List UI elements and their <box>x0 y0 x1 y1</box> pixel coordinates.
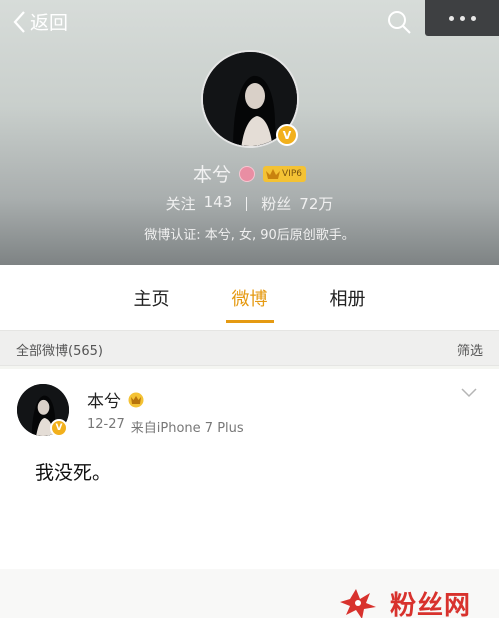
filter-button[interactable]: 筛选 <box>457 340 483 359</box>
followers-count: 72万 <box>299 195 334 213</box>
more-icon <box>448 15 454 21</box>
top-bar: 返回 <box>0 0 499 44</box>
profile-name: 本兮 <box>193 164 232 186</box>
tab-home[interactable]: 主页 <box>103 265 201 330</box>
feed-count: 全部微博(565) <box>16 344 103 359</box>
post-author-row: 本兮 <box>87 387 145 412</box>
vip-badge[interactable]: VIP6 <box>263 165 306 182</box>
star-logo <box>340 589 376 618</box>
post-card[interactable]: V 本兮 12-27 来自iPhone 7 Plus 我没死。 <box>0 369 499 569</box>
profile-page: 返回 V 本兮 VIP6 关注 143 粉丝 72万 微博认证: 本兮, 女, … <box>0 0 499 618</box>
watermark: 粉丝网 <box>340 585 471 618</box>
chevron-down-icon[interactable] <box>460 387 478 399</box>
following-count: 143 <box>203 193 233 211</box>
stats-divider <box>246 196 248 211</box>
post-author[interactable]: 本兮 <box>87 387 121 412</box>
profile-tabs: 主页 微博 相册 <box>0 265 499 330</box>
profile-cover: 返回 V 本兮 VIP6 关注 143 粉丝 72万 微博认证: 本兮, 女, … <box>0 0 499 265</box>
search-icon[interactable] <box>385 8 413 36</box>
post-source: 来自iPhone 7 Plus <box>130 421 244 436</box>
verified-badge: V <box>276 124 298 146</box>
post-meta: 12-27 来自iPhone 7 Plus <box>87 417 244 436</box>
crown-icon <box>266 168 281 179</box>
followers-label: 粉丝 <box>261 195 292 213</box>
more-button[interactable] <box>425 0 499 36</box>
verification-text: 微博认证: 本兮, 女, 90后原创歌手。 <box>144 228 355 243</box>
following-label: 关注 <box>165 195 196 213</box>
profile-name-row: 本兮 VIP6 <box>0 160 499 187</box>
back-label: 返回 <box>30 12 69 34</box>
female-icon <box>239 165 256 182</box>
post-text: 我没死。 <box>35 462 112 484</box>
back-button[interactable]: 返回 <box>12 8 68 35</box>
crown-icon <box>128 392 144 407</box>
profile-stats: 关注 143 粉丝 72万 <box>0 193 499 214</box>
tab-weibo[interactable]: 微博 <box>201 265 299 330</box>
post-verified-badge: V <box>50 419 68 437</box>
feed-filter-bar: 全部微博(565) 筛选 <box>0 330 499 366</box>
tab-album[interactable]: 相册 <box>299 265 397 330</box>
chevron-left-icon <box>13 10 25 33</box>
followers-stat[interactable]: 粉丝 72万 <box>261 193 333 214</box>
post-date: 12-27 <box>87 417 125 432</box>
vip-level: VIP6 <box>282 168 302 179</box>
watermark-text: 粉丝网 <box>390 591 472 618</box>
following-stat[interactable]: 关注 143 <box>166 193 233 214</box>
